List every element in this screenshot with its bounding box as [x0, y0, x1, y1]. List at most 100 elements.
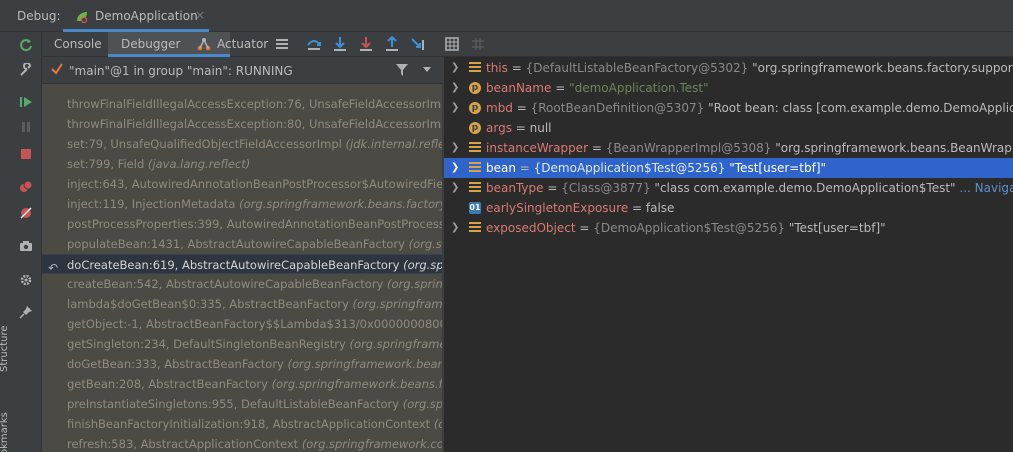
stack-frame[interactable]: throwFinalFieldIllegalAccessException:80…	[42, 114, 442, 134]
frame-package: (org.springframework.beans.factory.suppo…	[349, 337, 442, 351]
frame-method: finishBeanFactoryInitialization:918, Abs…	[67, 417, 434, 431]
current-stack-frame[interactable]: ↶ doCreateBean:619, AbstractAutowireCapab…	[42, 254, 442, 274]
variable-row-earlySingletonExposure[interactable]: 01 earlySingletonExposure = false	[444, 198, 1013, 218]
expand-arrow-icon[interactable]: ❯	[451, 98, 459, 118]
camera-icon[interactable]	[18, 238, 34, 254]
frame-method: lambda$doGetBean$0:335, AbstractBeanFact…	[67, 297, 353, 311]
variable-value: "org.springframework.beans.BeanWrapperIm…	[775, 141, 1013, 155]
step-into-icon[interactable]	[358, 36, 374, 52]
variable-text: mbd = {RootBeanDefinition@5307} "Root be…	[486, 98, 1013, 118]
rerun-icon[interactable]	[18, 37, 34, 53]
stack-frame[interactable]: getSingleton:234, DefaultSingletonBeanRe…	[42, 334, 442, 354]
stack-frame[interactable]: populateBean:1431, AbstractAutowireCapab…	[42, 234, 442, 254]
view-breakpoints-icon[interactable]	[18, 179, 34, 195]
settings-gear-icon[interactable]	[18, 272, 34, 288]
stack-frame[interactable]: set:79, UnsafeQualifiedObjectFieldAccess…	[42, 134, 442, 154]
param-icon: p	[469, 122, 481, 134]
stack-frame[interactable]: set:799, Field (java.lang.reflect)	[42, 154, 442, 174]
frame-package: (org.springframework.context.support)	[433, 417, 442, 431]
variable-text: args = null	[486, 121, 552, 135]
variable-text: exposedObject = {DemoApplication$Test@52…	[486, 221, 886, 235]
stack-frame[interactable]: getBean:208, AbstractBeanFactory (org.sp…	[42, 374, 442, 394]
pause-icon[interactable]	[18, 119, 34, 135]
expand-arrow-icon[interactable]: ❯	[451, 58, 459, 78]
pin-icon[interactable]	[18, 304, 34, 320]
frame-method: getObject:-1, AbstractBeanFactory$$Lambd…	[67, 317, 442, 331]
stack-frame[interactable]: createBean:542, AbstractAutowireCapableB…	[42, 274, 442, 294]
variable-row-mbd[interactable]: ❯ p mbd = {RootBeanDefinition@5307} "Root …	[444, 98, 1013, 118]
variable-name: bean	[486, 161, 516, 175]
step-over-icon[interactable]	[332, 36, 348, 52]
variable-ref: {BeanWrapperImpl@5308}	[605, 141, 776, 155]
trace-stream-icon[interactable]	[470, 36, 486, 52]
frame-method: doGetBean:333, AbstractBeanFactory	[67, 357, 288, 371]
chevron-down-icon[interactable]	[422, 66, 432, 74]
variable-ref: {DefaultListableBeanFactory@5302}	[525, 61, 753, 75]
stack-frame[interactable]: throwFinalFieldIllegalAccessException:76…	[42, 94, 442, 114]
stack-frame[interactable]: refresh:583, AbstractApplicationContext …	[42, 434, 442, 452]
variable-value: "org.springframework.beans.factory.suppo…	[752, 61, 1013, 75]
variables-panel: ❯ this = {DefaultListableBeanFactory@5302…	[444, 57, 1013, 452]
frame-method: refresh:583, AbstractApplicationContext	[67, 437, 302, 451]
variable-text: this = {DefaultListableBeanFactory@5302}…	[486, 58, 1013, 78]
variable-row-exposedObject[interactable]: ❯ exposedObject = {DemoApplication$Test@5…	[444, 218, 1013, 238]
variable-row-beanName[interactable]: ❯ p beanName = "demoApplication.Test"	[444, 78, 1013, 98]
resume-icon[interactable]	[18, 94, 34, 110]
frame-method: inject:643, AutowiredAnnotationBeanPostP…	[67, 177, 442, 191]
checkmark-icon	[51, 63, 63, 75]
expand-arrow-icon[interactable]: ❯	[451, 178, 459, 198]
run-to-cursor-icon[interactable]	[410, 36, 426, 52]
wrench-icon[interactable]	[18, 62, 34, 78]
variable-name: args	[486, 121, 512, 135]
run-config-tab-label: DemoApplication	[95, 9, 198, 23]
debugger-subtoolbar: Console Debugger Actuator	[42, 32, 1013, 57]
return-arrow-icon: ↶	[48, 261, 59, 274]
variable-row-bean[interactable]: ❯ bean = {DemoApplication$Test@5256} "Tes…	[444, 158, 1013, 178]
expand-arrow-icon[interactable]: ❯	[451, 158, 459, 178]
run-config-tab[interactable]: DemoApplication ×	[63, 4, 209, 32]
thread-selector[interactable]: "main"@1 in group "main": RUNNING	[42, 57, 442, 84]
frames-panel: "main"@1 in group "main": RUNNING throwF…	[42, 57, 442, 452]
variable-value: "Test[user=tbf]"	[788, 221, 886, 235]
filter-icon[interactable]	[395, 63, 409, 77]
variable-value: "Root bean: class [com.example.demo.Demo…	[708, 101, 1013, 115]
variable-row-beanType[interactable]: ❯ beanType = {Class@3877} "class com.exam…	[444, 178, 1013, 198]
close-icon[interactable]: ×	[195, 8, 205, 22]
frame-package: (org.springframework.beans.factory.suppo…	[287, 357, 442, 371]
structure-stripe-button[interactable]: Structure	[0, 325, 10, 372]
layout-menu-icon[interactable]	[274, 36, 290, 52]
variable-ref: {Class@3877}	[561, 181, 655, 195]
expand-arrow-icon[interactable]: ❯	[451, 138, 459, 158]
expand-arrow-icon[interactable]: ❯	[451, 218, 459, 238]
variable-value: "class com.example.demo.DemoApplication$…	[654, 181, 956, 195]
frame-package: (org.springframework.beans.factory.suppo…	[402, 397, 442, 411]
frame-method: postProcessProperties:399, AutowiredAnno…	[67, 217, 442, 231]
stack-frame[interactable]: preInstantiateSingletons:955, DefaultLis…	[42, 394, 442, 414]
stack-frame[interactable]: doGetBean:333, AbstractBeanFactory (org.…	[42, 354, 442, 374]
evaluate-expression-icon[interactable]	[444, 36, 460, 52]
navigate-link[interactable]: ... Navigate	[956, 181, 1013, 195]
stack-frame[interactable]: inject:643, AutowiredAnnotationBeanPostP…	[42, 174, 442, 194]
expand-arrow-icon[interactable]: ❯	[451, 78, 459, 98]
variable-value: false	[645, 201, 675, 215]
variable-ref: {DemoApplication$Test@5256}	[593, 221, 789, 235]
actuator-icon	[196, 36, 212, 52]
stack-frame[interactable]: finishBeanFactoryInitialization:918, Abs…	[42, 414, 442, 434]
tab-actuator[interactable]: Actuator	[217, 37, 268, 51]
show-execution-point-icon[interactable]	[306, 36, 322, 52]
bookmarks-stripe-button[interactable]: Bookmarks	[0, 412, 10, 452]
stack-frame[interactable]: inject:119, InjectionMetadata (org.sprin…	[42, 194, 442, 214]
mute-breakpoints-icon[interactable]	[18, 205, 34, 221]
tab-console[interactable]: Console	[54, 37, 102, 51]
stack-frame[interactable]: getObject:-1, AbstractBeanFactory$$Lambd…	[42, 314, 442, 334]
frame-method: doCreateBean:619, AbstractAutowireCapabl…	[67, 258, 404, 272]
variable-row-this[interactable]: ❯ this = {DefaultListableBeanFactory@5302…	[444, 58, 1013, 78]
stack-frame[interactable]: postProcessProperties:399, AutowiredAnno…	[42, 214, 442, 234]
variable-ref: {DemoApplication$Test@5256}	[533, 161, 730, 175]
variable-row-instanceWrapper[interactable]: ❯ instanceWrapper = {BeanWrapperImpl@5308…	[444, 138, 1013, 158]
debug-titlebar: Debug: DemoApplication ×	[0, 0, 1013, 32]
stop-icon[interactable]	[18, 146, 34, 162]
variable-row-args[interactable]: p args = null	[444, 118, 1013, 138]
step-out-icon[interactable]	[384, 36, 400, 52]
stack-frame[interactable]: lambda$doGetBean$0:335, AbstractBeanFact…	[42, 294, 442, 314]
